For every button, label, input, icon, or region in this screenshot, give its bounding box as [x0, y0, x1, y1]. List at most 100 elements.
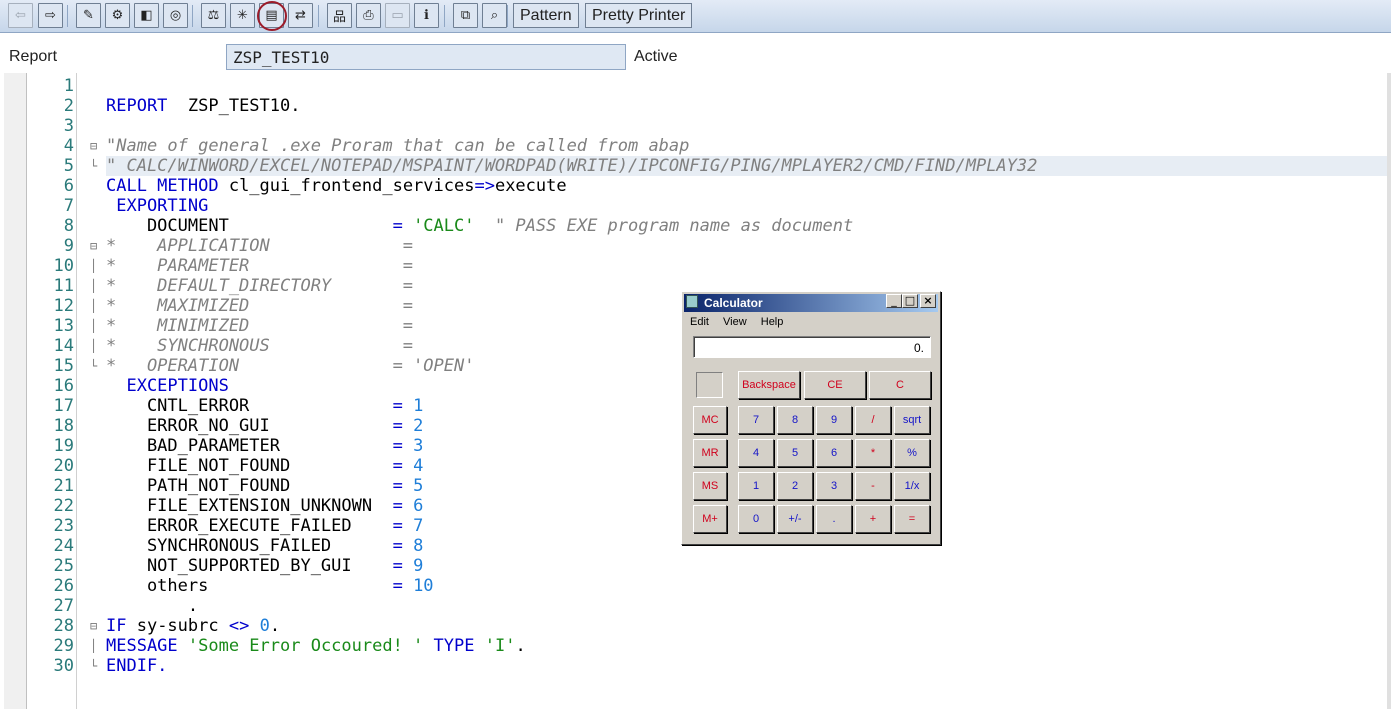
- code-line[interactable]: 4 ⊟ "Name of general .exe Proram that can …: [0, 136, 1387, 156]
- calc-mplus-button[interactable]: M+: [693, 505, 727, 533]
- program-name-field[interactable]: ZSP_TEST10: [226, 44, 626, 70]
- minimize-button[interactable]: _: [886, 294, 902, 308]
- code-line[interactable]: 27 .: [0, 596, 1387, 616]
- find-button[interactable]: ⌕: [482, 3, 507, 28]
- code-text: " CALC/WINWORD/EXCEL/NOTEPAD/MSPAINT/WOR…: [106, 156, 1387, 176]
- collapse-block-icon[interactable]: ⊟: [90, 236, 104, 256]
- calc-key-minus[interactable]: -: [855, 472, 891, 500]
- activate-button[interactable]: ◧: [134, 3, 159, 28]
- collapse-block-icon[interactable]: ⊟: [90, 136, 104, 156]
- test-button[interactable]: ◎: [163, 3, 188, 28]
- code-token: =: [392, 576, 414, 596]
- display-objects-button[interactable]: ⚙: [105, 3, 130, 28]
- code-token: ENDIF.: [106, 656, 168, 676]
- menu-view[interactable]: View: [723, 316, 747, 328]
- code-line[interactable]: 10 │ * PARAMETER =: [0, 256, 1387, 276]
- fold-guide-icon: └: [90, 359, 98, 373]
- calc-key-4[interactable]: 4: [738, 439, 774, 467]
- calc-key-1[interactable]: 1: [738, 472, 774, 500]
- code-token: * DEFAULT_DIRECTORY =: [106, 276, 414, 296]
- line-number: 19: [53, 436, 74, 456]
- calc-key-mul[interactable]: *: [855, 439, 891, 467]
- code-token: "Name of general .exe Proram that can be…: [106, 136, 690, 156]
- code-token: " CALC/WINWORD/EXCEL/NOTEPAD/MSPAINT/WOR…: [106, 156, 1038, 176]
- syntax-check-button[interactable]: ✎: [76, 3, 101, 28]
- code-text: EXCEPTIONS: [106, 376, 228, 396]
- pattern-button[interactable]: Pattern: [513, 3, 579, 28]
- object-list-button[interactable]: ✳: [230, 3, 255, 28]
- code-line[interactable]: 25 NOT_SUPPORTED_BY_GUI = 9: [0, 556, 1387, 576]
- calc-key-plus[interactable]: +: [855, 505, 891, 533]
- code-token: MESSAGE: [106, 636, 178, 656]
- code-text: SYNCHRONOUS_FAILED = 8: [106, 536, 423, 556]
- info-button[interactable]: ℹ: [414, 3, 439, 28]
- code-text: ERROR_EXECUTE_FAILED = 7: [106, 516, 423, 536]
- calc-c-button[interactable]: C: [869, 371, 931, 399]
- menu-help[interactable]: Help: [761, 316, 784, 328]
- calc-ms-button[interactable]: MS: [693, 472, 727, 500]
- editor-scrollbar[interactable]: [1387, 73, 1391, 709]
- calc-mr-button[interactable]: MR: [693, 439, 727, 467]
- code-text: FILE_EXTENSION_UNKNOWN = 6: [106, 496, 423, 516]
- code-line[interactable]: 28 ⊟ IF sy-subrc <> 0.: [0, 616, 1387, 636]
- calc-ce-button[interactable]: CE: [804, 371, 866, 399]
- line-number: 26: [53, 576, 74, 596]
- back-arrow-button[interactable]: ⇦: [8, 3, 33, 28]
- calc-key-3[interactable]: 3: [816, 472, 852, 500]
- close-button[interactable]: ×: [920, 294, 936, 308]
- calc-key-6[interactable]: 6: [816, 439, 852, 467]
- code-line[interactable]: 2 REPORT ZSP_TEST10.: [0, 96, 1387, 116]
- code-text: * MAXIMIZED =: [106, 296, 413, 316]
- calc-key-0[interactable]: 0: [738, 505, 774, 533]
- calc-key-pct[interactable]: %: [894, 439, 930, 467]
- code-line[interactable]: 7 EXPORTING: [0, 196, 1387, 216]
- calc-key-plusdivminus[interactable]: +/-: [777, 505, 813, 533]
- code-token: cl_gui_frontend_services: [218, 176, 475, 196]
- code-text: "Name of general .exe Proram that can be…: [106, 136, 689, 156]
- where-used-icon: ⚖: [207, 8, 220, 23]
- calc-key-5[interactable]: 5: [777, 439, 813, 467]
- toolbar-separator: [192, 5, 193, 27]
- calc-key-7[interactable]: 7: [738, 406, 774, 434]
- code-line[interactable]: 5 └ " CALC/WINWORD/EXCEL/NOTEPAD/MSPAINT/W…: [0, 156, 1387, 176]
- code-line[interactable]: 1: [0, 76, 1387, 96]
- calc-key-equals[interactable]: =: [894, 505, 930, 533]
- code-token: .: [515, 636, 526, 656]
- code-line[interactable]: 26 others = 10: [0, 576, 1387, 596]
- code-text: EXPORTING: [106, 196, 208, 216]
- code-token: =: [392, 436, 414, 456]
- pretty-printer-button[interactable]: Pretty Printer: [585, 3, 693, 28]
- code-line[interactable]: 8 DOCUMENT = 'CALC' " PASS EXE program n…: [0, 216, 1387, 236]
- where-used-button[interactable]: ⚖: [201, 3, 226, 28]
- calculator-window[interactable]: Calculator _ □ × Edit View Help 0. Backs…: [681, 291, 941, 545]
- code-text: * OPERATION = 'OPEN': [106, 356, 474, 376]
- maximize-button[interactable]: □: [902, 294, 918, 308]
- calc-key-2[interactable]: 2: [777, 472, 813, 500]
- copy-button[interactable]: ⧉: [453, 3, 478, 28]
- forward-arrow-button[interactable]: ⇨: [38, 3, 63, 28]
- menu-edit[interactable]: Edit: [690, 316, 709, 328]
- info-icon: ℹ: [424, 8, 429, 23]
- disabled-field-button[interactable]: ▭: [385, 3, 410, 28]
- print-icon: ⎙: [363, 8, 374, 23]
- code-line[interactable]: 30 └ ENDIF.: [0, 656, 1387, 676]
- calc-mc-button[interactable]: MC: [693, 406, 727, 434]
- calc-key-div[interactable]: /: [855, 406, 891, 434]
- code-line[interactable]: 29 │ MESSAGE 'Some Error Occoured! ' TYPE …: [0, 636, 1387, 656]
- calc-key-9[interactable]: 9: [816, 406, 852, 434]
- calc-backspace-button[interactable]: Backspace: [738, 371, 800, 399]
- fold-guide-icon: │: [90, 299, 98, 313]
- hierarchy-button[interactable]: 品: [327, 3, 352, 28]
- calc-key-dot[interactable]: .: [816, 505, 852, 533]
- print-button[interactable]: ⎙: [356, 3, 381, 28]
- calc-key-sqrt[interactable]: sqrt: [894, 406, 930, 434]
- collapse-block-icon[interactable]: ⊟: [90, 616, 104, 636]
- object-list-icon: ✳: [237, 8, 248, 23]
- code-line[interactable]: 3: [0, 116, 1387, 136]
- code-line[interactable]: 9 ⊟ * APPLICATION =: [0, 236, 1387, 256]
- calc-key-8[interactable]: 8: [777, 406, 813, 434]
- code-line[interactable]: 6 CALL METHOD cl_gui_frontend_services=>e…: [0, 176, 1387, 196]
- display-navigation-button[interactable]: ⇄: [288, 3, 313, 28]
- code-token: CNTL_ERROR: [106, 396, 393, 416]
- calc-key-1divx[interactable]: 1/x: [894, 472, 930, 500]
